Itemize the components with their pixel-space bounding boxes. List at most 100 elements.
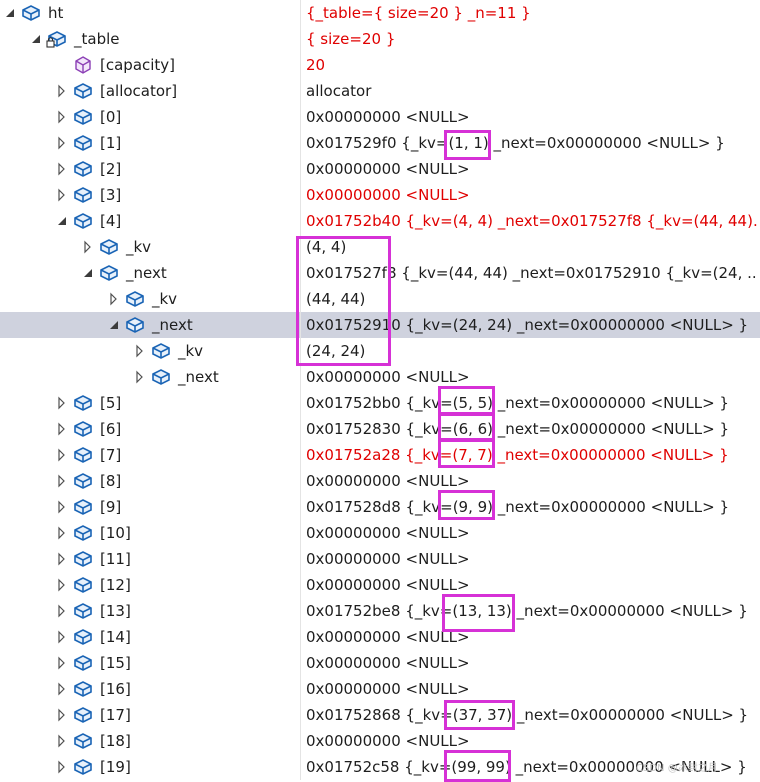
variable-value[interactable]: 0x00000000 <NULL> — [306, 628, 758, 646]
variable-value[interactable]: (44, 44) — [306, 290, 758, 308]
variable-value[interactable]: 0x00000000 <NULL> — [306, 368, 758, 386]
variable-value[interactable]: (4, 4) — [306, 238, 758, 256]
watch-row[interactable]: [2] 0x00000000 <NULL> — [0, 156, 760, 182]
watch-row[interactable]: [17] 0x01752868 {_kv=(37, 37) _next=0x000… — [0, 702, 760, 728]
collapsed-arrow-icon[interactable] — [57, 656, 67, 670]
watch-row[interactable]: ht {_table={ size=20 } _n=11 } — [0, 0, 760, 26]
collapsed-arrow-icon[interactable] — [57, 708, 67, 722]
watch-row[interactable]: [6] 0x01752830 {_kv=(6, 6) _next=0x000000… — [0, 416, 760, 442]
watch-row[interactable]: _kv (4, 4) — [0, 234, 760, 260]
collapsed-arrow-icon[interactable] — [57, 474, 67, 488]
variable-value[interactable]: 0x00000000 <NULL> — [306, 160, 758, 178]
collapsed-arrow-icon[interactable] — [57, 500, 67, 514]
variable-value[interactable]: 0x017529f0 {_kv=(1, 1) _next=0x00000000 … — [306, 134, 758, 152]
watch-row[interactable]: [16] 0x00000000 <NULL> — [0, 676, 760, 702]
variable-value[interactable]: 20 — [306, 56, 758, 74]
watch-row[interactable]: [9] 0x017528d8 {_kv=(9, 9) _next=0x000000… — [0, 494, 760, 520]
expanded-arrow-icon[interactable] — [83, 266, 93, 280]
variable-value[interactable]: 0x00000000 <NULL> — [306, 472, 758, 490]
variable-name: [7] — [100, 446, 122, 464]
collapsed-arrow-icon[interactable] — [57, 682, 67, 696]
variable-value[interactable]: 0x01752910 {_kv=(24, 24) _next=0x0000000… — [306, 316, 758, 334]
variable-value[interactable]: 0x00000000 <NULL> — [306, 576, 758, 594]
object-icon — [72, 679, 94, 699]
watch-row[interactable]: _kv (44, 44) — [0, 286, 760, 312]
variable-name: [3] — [100, 186, 122, 204]
collapsed-arrow-icon[interactable] — [57, 422, 67, 436]
value-cell: 0x00000000 <NULL> — [300, 728, 760, 754]
watch-row[interactable]: [0] 0x00000000 <NULL> — [0, 104, 760, 130]
variable-value[interactable]: 0x00000000 <NULL> — [306, 732, 758, 750]
name-cell: [12] — [0, 572, 300, 598]
watch-row[interactable]: [4] 0x01752b40 {_kv=(4, 4) _next=0x017527… — [0, 208, 760, 234]
value-cell: 0x01752bb0 {_kv=(5, 5) _next=0x00000000 … — [300, 390, 760, 416]
object-icon — [72, 731, 94, 751]
watch-row[interactable]: [capacity] 20 — [0, 52, 760, 78]
collapsed-arrow-icon[interactable] — [83, 240, 93, 254]
variable-value[interactable]: 0x00000000 <NULL> — [306, 524, 758, 542]
variable-value[interactable]: 0x00000000 <NULL> — [306, 680, 758, 698]
variable-value[interactable]: {_table={ size=20 } _n=11 } — [306, 4, 758, 22]
watch-row[interactable]: [allocator] allocator — [0, 78, 760, 104]
collapsed-arrow-icon[interactable] — [57, 188, 67, 202]
variable-name: _kv — [152, 290, 178, 308]
collapsed-arrow-icon[interactable] — [57, 734, 67, 748]
watch-row[interactable]: _next 0x01752910 {_kv=(24, 24) _next=0x00… — [0, 312, 760, 338]
watch-row[interactable]: [18] 0x00000000 <NULL> — [0, 728, 760, 754]
expanded-arrow-icon[interactable] — [57, 214, 67, 228]
collapsed-arrow-icon[interactable] — [57, 162, 67, 176]
variable-value[interactable]: 0x01752830 {_kv=(6, 6) _next=0x00000000 … — [306, 420, 758, 438]
watch-row[interactable]: [15] 0x00000000 <NULL> — [0, 650, 760, 676]
watch-row[interactable]: [7] 0x01752a28 {_kv=(7, 7) _next=0x000000… — [0, 442, 760, 468]
value-cell: 20 — [300, 52, 760, 78]
collapsed-arrow-icon[interactable] — [57, 84, 67, 98]
collapsed-arrow-icon[interactable] — [57, 552, 67, 566]
variable-value[interactable]: 0x01752b40 {_kv=(4, 4) _next=0x017527f8 … — [306, 212, 758, 230]
expanded-arrow-icon[interactable] — [31, 32, 41, 46]
watch-row[interactable]: _next 0x017527f8 {_kv=(44, 44) _next=0x01… — [0, 260, 760, 286]
collapsed-arrow-icon[interactable] — [57, 630, 67, 644]
collapsed-arrow-icon[interactable] — [57, 396, 67, 410]
collapsed-arrow-icon[interactable] — [57, 136, 67, 150]
collapsed-arrow-icon[interactable] — [135, 370, 145, 384]
watch-row[interactable]: [14] 0x00000000 <NULL> — [0, 624, 760, 650]
expanded-arrow-icon[interactable] — [5, 6, 15, 20]
variable-value[interactable]: 0x00000000 <NULL> — [306, 186, 758, 204]
variable-value[interactable]: 0x01752a28 {_kv=(7, 7) _next=0x00000000 … — [306, 446, 758, 464]
object-icon — [72, 159, 94, 179]
collapsed-arrow-icon[interactable] — [57, 578, 67, 592]
watch-row[interactable]: [10] 0x00000000 <NULL> — [0, 520, 760, 546]
watch-row[interactable]: [3] 0x00000000 <NULL> — [0, 182, 760, 208]
variable-value[interactable]: 0x01752bb0 {_kv=(5, 5) _next=0x00000000 … — [306, 394, 758, 412]
variable-value[interactable]: 0x00000000 <NULL> — [306, 654, 758, 672]
variable-value[interactable]: 0x017528d8 {_kv=(9, 9) _next=0x00000000 … — [306, 498, 758, 516]
collapsed-arrow-icon[interactable] — [57, 448, 67, 462]
watch-row[interactable]: _table { size=20 } — [0, 26, 760, 52]
collapsed-arrow-icon[interactable] — [57, 526, 67, 540]
collapsed-arrow-icon[interactable] — [57, 760, 67, 774]
watch-row[interactable]: _kv (24, 24) — [0, 338, 760, 364]
watch-row[interactable]: [11] 0x00000000 <NULL> — [0, 546, 760, 572]
collapsed-arrow-icon[interactable] — [57, 604, 67, 618]
watch-row[interactable]: _next 0x00000000 <NULL> — [0, 364, 760, 390]
variable-value[interactable]: 0x01752868 {_kv=(37, 37) _next=0x0000000… — [306, 706, 758, 724]
collapsed-arrow-icon[interactable] — [57, 110, 67, 124]
watch-row[interactable]: [13] 0x01752be8 {_kv=(13, 13) _next=0x000… — [0, 598, 760, 624]
collapsed-arrow-icon[interactable] — [135, 344, 145, 358]
watch-row[interactable]: [8] 0x00000000 <NULL> — [0, 468, 760, 494]
object-icon — [72, 133, 94, 153]
variable-value[interactable]: (24, 24) — [306, 342, 758, 360]
variable-value[interactable]: allocator — [306, 82, 758, 100]
variable-value[interactable]: { size=20 } — [306, 30, 758, 48]
watch-row[interactable]: [12] 0x00000000 <NULL> — [0, 572, 760, 598]
variable-value[interactable]: 0x01752be8 {_kv=(13, 13) _next=0x0000000… — [306, 602, 758, 620]
variable-value[interactable]: 0x00000000 <NULL> — [306, 108, 758, 126]
variable-value[interactable]: 0x00000000 <NULL> — [306, 550, 758, 568]
variable-name: ht — [48, 4, 64, 22]
watch-row[interactable]: [5] 0x01752bb0 {_kv=(5, 5) _next=0x000000… — [0, 390, 760, 416]
collapsed-arrow-icon[interactable] — [109, 292, 119, 306]
variable-value[interactable]: 0x017527f8 {_kv=(44, 44) _next=0x0175291… — [306, 264, 758, 282]
expanded-arrow-icon[interactable] — [109, 318, 119, 332]
variable-name: [15] — [100, 654, 131, 672]
watch-row[interactable]: [1] 0x017529f0 {_kv=(1, 1) _next=0x000000… — [0, 130, 760, 156]
